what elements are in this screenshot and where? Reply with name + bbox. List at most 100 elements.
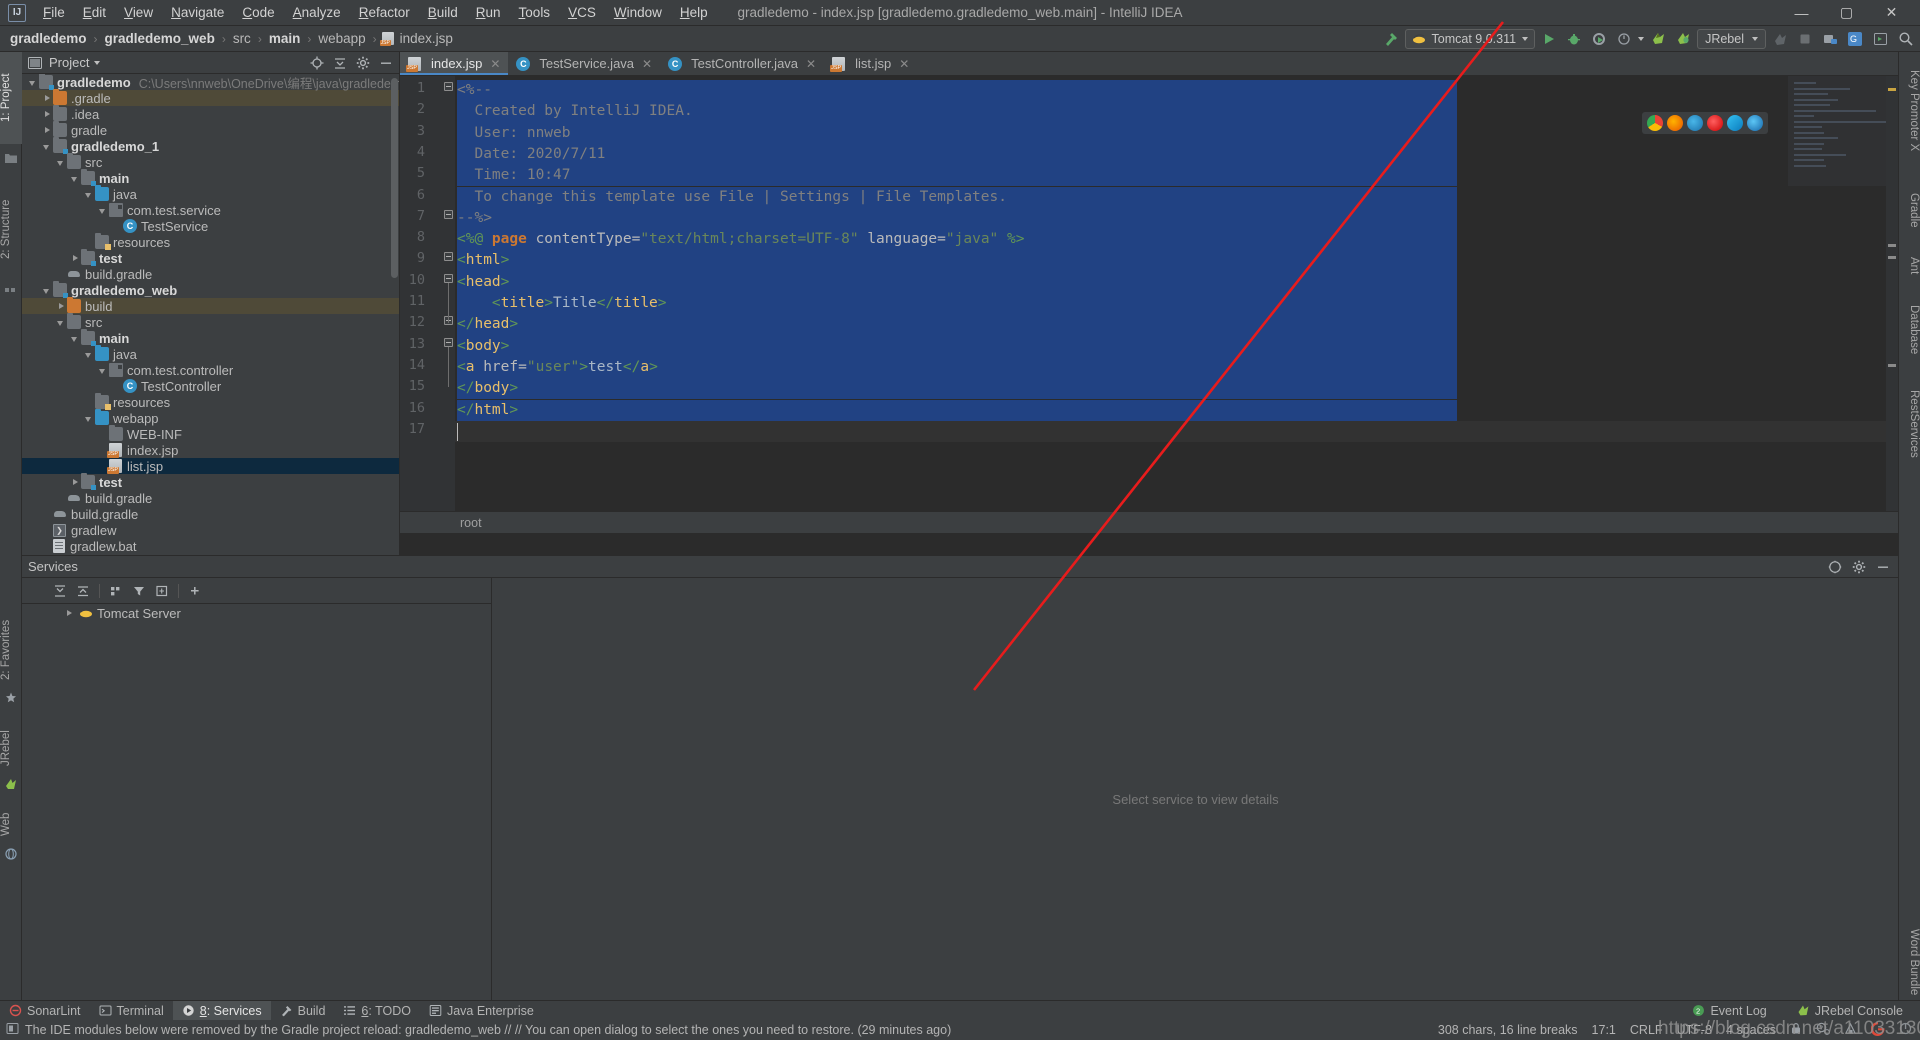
tree-item-main[interactable]: main	[22, 329, 399, 346]
menu-edit[interactable]: Edit	[74, 2, 115, 23]
hide-panel-icon[interactable]	[377, 54, 395, 72]
status-message[interactable]: The IDE modules below were removed by th…	[25, 1023, 951, 1037]
tree-item-com-test-service[interactable]: com.test.service	[22, 202, 399, 218]
collapse-all-icon[interactable]	[331, 54, 349, 72]
breadcrumb-item-gradledemo[interactable]: gradledemo	[8, 31, 89, 46]
select-opened-file-icon[interactable]	[1869, 28, 1891, 50]
breadcrumb-item-main[interactable]: main	[267, 31, 303, 46]
build-hammer-icon[interactable]	[1380, 28, 1402, 50]
chevron-down-icon[interactable]	[84, 413, 95, 424]
editor-tab-testservice-java[interactable]: C TestService.java ✕	[508, 52, 660, 75]
chevron-right-icon[interactable]	[56, 301, 67, 312]
code-editor[interactable]: 1 2 3 4 5 6 7 8 9 10 11 12 13 14 15 16 17 <%-- Created b…	[400, 76, 1898, 533]
change-marker-3[interactable]	[1888, 364, 1896, 367]
code-line[interactable]: User: nnweb	[455, 123, 570, 144]
bottom-tab-sonarlint[interactable]: SonarLint	[0, 1001, 90, 1021]
tree-item-resources[interactable]: resources	[22, 393, 399, 410]
code-fold-toggle[interactable]	[444, 209, 453, 219]
tree-item-web-inf[interactable]: WEB-INF	[22, 425, 399, 442]
profiler-icon[interactable]	[1613, 28, 1635, 50]
menu-window[interactable]: Window	[605, 2, 671, 23]
code-line[interactable]: Date: 2020/7/11	[455, 144, 605, 165]
change-marker-2[interactable]	[1888, 256, 1896, 259]
menu-view[interactable]: View	[115, 2, 162, 23]
show-configurations-icon[interactable]	[152, 581, 172, 601]
tree-item-list-jsp[interactable]: list.jsp	[22, 458, 399, 474]
chevron-right-icon[interactable]	[64, 608, 75, 619]
breadcrumb-item-gradledemo-web[interactable]: gradledemo_web	[103, 31, 217, 46]
tree-item-src[interactable]: src	[22, 313, 399, 330]
code-line[interactable]: --%>	[455, 208, 492, 229]
chevron-down-icon[interactable]	[70, 173, 81, 184]
menu-refactor[interactable]: Refactor	[350, 2, 419, 23]
editor-gutter[interactable]: 1 2 3 4 5 6 7 8 9 10 11 12 13 14 15 16 17	[400, 76, 455, 533]
tree-item-build[interactable]: build	[22, 297, 399, 314]
filter-icon[interactable]	[129, 581, 149, 601]
editor-tab-index-jsp[interactable]: index.jsp ✕	[400, 52, 509, 75]
project-scrollbar[interactable]	[391, 78, 398, 278]
code-fold-toggle[interactable]	[444, 273, 453, 283]
jrebel-run-icon[interactable]	[1647, 28, 1669, 50]
code-fold-toggle[interactable]	[444, 337, 453, 347]
tree-item-resources[interactable]: resources	[22, 233, 399, 250]
sidebar-item-rest-services[interactable]: RestServices	[1898, 376, 1920, 472]
chevron-right-icon[interactable]	[42, 125, 53, 136]
editor-tab-testcontroller-java[interactable]: C TestController.java ✕	[660, 52, 824, 75]
services-hide-icon[interactable]	[1874, 558, 1892, 576]
status-caret-position[interactable]: 17:1	[1592, 1023, 1616, 1037]
bottom-tab-java-enterprise[interactable]: Java Enterprise	[420, 1001, 543, 1021]
tree-item--gradle[interactable]: .gradle	[22, 89, 399, 106]
chevron-down-icon[interactable]	[42, 141, 53, 152]
sidebar-item-gradle[interactable]: Gradle	[1898, 182, 1920, 238]
scroll-from-source-icon[interactable]	[308, 54, 326, 72]
code-line[interactable]: <a href="user">test</a>	[455, 357, 658, 378]
code-content[interactable]: <%-- Created by IntelliJ IDEA. User: nnw…	[455, 76, 1898, 533]
code-line[interactable]: Time: 10:47	[455, 165, 570, 186]
chevron-down-icon[interactable]	[56, 157, 67, 168]
sidebar-item-ant[interactable]: Ant	[1898, 248, 1920, 284]
tree-item-test[interactable]: test	[22, 249, 399, 266]
tree-item-index-jsp[interactable]: index.jsp	[22, 442, 399, 458]
code-line[interactable]: </html>	[455, 400, 518, 421]
update-app-icon[interactable]	[1819, 28, 1841, 50]
tree-item-java[interactable]: java	[22, 345, 399, 362]
chevron-down-icon[interactable]	[1522, 36, 1529, 41]
debug-icon[interactable]	[1563, 28, 1585, 50]
chevron-down-icon[interactable]	[42, 285, 53, 296]
menu-run[interactable]: Run	[467, 2, 510, 23]
browser-launch-bar[interactable]	[1642, 112, 1768, 134]
editor-marker-bar[interactable]	[1886, 76, 1898, 533]
tree-item-build-gradle[interactable]: build.gradle	[22, 490, 399, 506]
jrebel-debug-icon[interactable]	[1672, 28, 1694, 50]
tree-item-gradledemo[interactable]: gradledemo C:\Users\nnweb\OneDrive\编程\jav…	[22, 74, 399, 91]
status-message-icon[interactable]	[6, 1022, 19, 1038]
menu-analyze[interactable]: Analyze	[284, 2, 350, 23]
run-with-coverage-icon[interactable]	[1588, 28, 1610, 50]
chevron-down-icon[interactable]	[56, 317, 67, 328]
menu-file[interactable]: File	[34, 2, 74, 23]
minimize-icon[interactable]: —	[1779, 0, 1824, 25]
tree-item-build-gradle[interactable]: build.gradle	[22, 506, 399, 522]
tree-item-gradledemo-1[interactable]: gradledemo_1	[22, 137, 399, 154]
tree-item-gradle[interactable]: gradle	[22, 121, 399, 138]
sidebar-item-project[interactable]: 1: Project	[0, 52, 22, 144]
chevron-down-icon[interactable]	[28, 77, 39, 88]
warning-marker[interactable]	[1888, 88, 1896, 91]
editor-tab-list-jsp[interactable]: list.jsp ✕	[824, 52, 917, 75]
run-icon[interactable]	[1538, 28, 1560, 50]
menu-help[interactable]: Help	[671, 2, 717, 23]
sidebar-item-structure[interactable]: 2: Structure	[0, 180, 22, 278]
editor-minimap[interactable]	[1788, 76, 1888, 186]
tree-item-webapp[interactable]: webapp	[22, 409, 399, 426]
menu-navigate[interactable]: Navigate	[162, 2, 233, 23]
bottom-tab-6--todo[interactable]: 6: TODO	[334, 1001, 420, 1021]
menu-build[interactable]: Build	[419, 2, 467, 23]
sidebar-item-jrebel[interactable]: JRebel	[0, 720, 22, 776]
jrebel-selector[interactable]: JRebel	[1697, 28, 1766, 49]
chevron-down-icon[interactable]	[84, 189, 95, 200]
chevron-down-icon[interactable]	[98, 365, 109, 376]
chevron-right-icon[interactable]	[70, 477, 81, 488]
gear-icon[interactable]	[354, 54, 372, 72]
tree-item-com-test-controller[interactable]: com.test.controller	[22, 362, 399, 378]
services-gear-icon[interactable]	[1850, 558, 1868, 576]
